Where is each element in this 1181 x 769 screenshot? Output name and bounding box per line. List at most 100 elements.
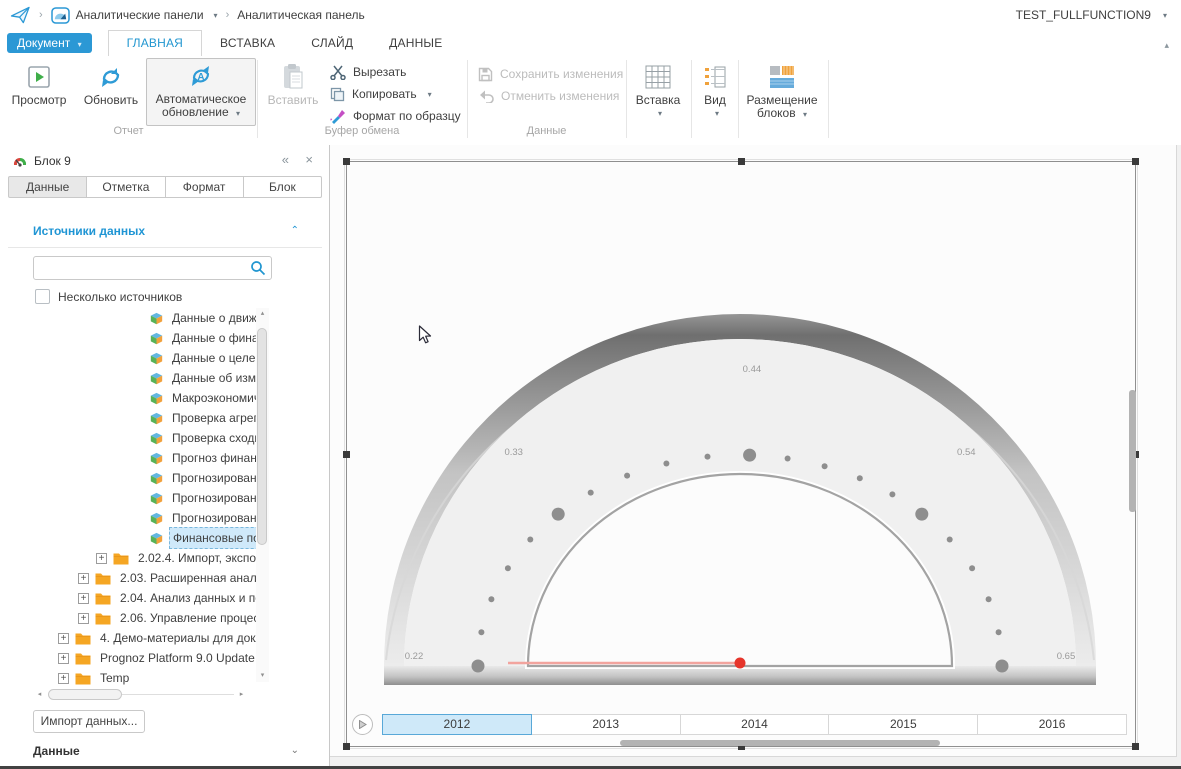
resize-handle-n[interactable]: [738, 158, 745, 165]
refresh-button[interactable]: Обновить: [76, 60, 146, 107]
year-button-2016[interactable]: 2016: [977, 714, 1127, 735]
panel-tab-block[interactable]: Блок: [244, 176, 322, 198]
sources-section-header[interactable]: Источники данных ⌃: [0, 224, 329, 244]
tree-item[interactable]: +Temp: [0, 668, 256, 688]
tree-item-label: Прогнозировани: [169, 468, 256, 488]
tab-slide[interactable]: СЛАЙД: [293, 31, 371, 56]
block-vscroll-thumb[interactable]: [1129, 390, 1136, 512]
tree-item[interactable]: +Prognoz Platform 9.0 Update 6: [0, 648, 256, 668]
scroll-left-icon[interactable]: ◂: [33, 688, 46, 701]
tree-item[interactable]: +4. Демо-материалы для доклад: [0, 628, 256, 648]
close-panel-icon[interactable]: ×: [305, 152, 313, 167]
year-button-2014[interactable]: 2014: [680, 714, 830, 735]
tree-item[interactable]: Данные о движе: [0, 308, 256, 328]
tree-item[interactable]: Прогноз финанс: [0, 448, 256, 468]
collapse-section-icon[interactable]: ⌃: [291, 225, 299, 236]
tree-item[interactable]: Финансовые пок: [0, 528, 256, 548]
expand-icon[interactable]: +: [96, 553, 107, 564]
preview-button[interactable]: Просмотр: [6, 60, 72, 107]
breadcrumb-root[interactable]: Аналитические панели: [76, 8, 204, 22]
collapse-panel-icon[interactable]: «: [282, 152, 289, 167]
selected-block-frame[interactable]: [346, 161, 1136, 747]
expand-icon[interactable]: +: [58, 633, 69, 644]
auto-refresh-button[interactable]: A Автоматическое обновление ▾: [146, 58, 256, 126]
paste-icon: [264, 60, 322, 94]
caret-down-icon[interactable]: ▾: [214, 11, 218, 20]
copy-button[interactable]: Копировать ▾: [330, 84, 432, 104]
expand-icon[interactable]: +: [78, 613, 89, 624]
tree-item[interactable]: Прогнозировани: [0, 488, 256, 508]
panel-tab-format[interactable]: Формат: [166, 176, 244, 198]
tab-insert[interactable]: ВСТАВКА: [202, 31, 293, 56]
collapse-ribbon-icon[interactable]: ▴: [1164, 40, 1169, 51]
import-data-button[interactable]: Импорт данных...: [33, 710, 145, 733]
search-icon[interactable]: [250, 260, 266, 276]
scroll-down-icon[interactable]: ▾: [256, 670, 269, 682]
expand-icon[interactable]: +: [78, 573, 89, 584]
tree-hscroll-thumb[interactable]: [48, 689, 122, 700]
resize-handle-sw[interactable]: [343, 743, 350, 750]
panel-tab-mark[interactable]: Отметка: [87, 176, 165, 198]
tree-item[interactable]: Прогнозировани: [0, 468, 256, 488]
folder-icon: [95, 572, 111, 585]
folder-icon: [75, 652, 91, 665]
ribbon: Просмотр Обновить A Автоматическое обнов…: [0, 56, 1181, 146]
tree-item[interactable]: Данные о целев: [0, 348, 256, 368]
tree-item[interactable]: Прогнозировани: [0, 508, 256, 528]
tree-horizontal-scrollbar[interactable]: ◂ ▸: [33, 688, 248, 701]
save-changes-button[interactable]: Сохранить изменения: [478, 64, 623, 84]
caret-down-icon: ▾: [236, 109, 240, 118]
tree-item[interactable]: Данные о финан: [0, 328, 256, 348]
undo-changes-button[interactable]: Отменить изменения: [478, 86, 619, 106]
year-selector: 20122013201420152016: [383, 714, 1127, 735]
tree-item[interactable]: +2.04. Анализ данных и пост: [0, 588, 256, 608]
tree-item[interactable]: Проверка сходи: [0, 428, 256, 448]
tab-data[interactable]: ДАННЫЕ: [371, 31, 460, 56]
scroll-up-icon[interactable]: ▴: [256, 308, 269, 320]
year-button-2015[interactable]: 2015: [828, 714, 978, 735]
expand-icon[interactable]: +: [58, 653, 69, 664]
tree-item[interactable]: Данные об изме: [0, 368, 256, 388]
resize-handle-ne[interactable]: [1132, 158, 1139, 165]
format-painter-button[interactable]: Формат по образцу: [330, 106, 461, 126]
block-settings-panel: Блок 9 « × Данные Отметка Формат Блок Ис…: [0, 145, 330, 766]
tree-item-label: Проверка агрега: [169, 408, 256, 428]
tree-item-label: 2.04. Анализ данных и пост: [117, 588, 256, 608]
tree-item[interactable]: Проверка агрега: [0, 408, 256, 428]
play-animation-button[interactable]: [352, 714, 373, 735]
search-input[interactable]: [40, 259, 244, 279]
foresight-logo-icon[interactable]: [10, 6, 31, 24]
data-group-label: Данные: [467, 125, 626, 137]
insert-button[interactable]: Вставка ▾: [630, 60, 686, 120]
resize-handle-w[interactable]: [343, 451, 350, 458]
tree-vscroll-thumb[interactable]: [257, 328, 267, 545]
panel-tab-data[interactable]: Данные: [8, 176, 87, 198]
data-section-header[interactable]: Данные ⌄: [0, 744, 329, 764]
tab-main[interactable]: ГЛАВНАЯ: [108, 30, 202, 57]
tree-item[interactable]: Макроэкономич: [0, 388, 256, 408]
tree-item[interactable]: +2.06. Управление процесса: [0, 608, 256, 628]
paste-button[interactable]: Вставить: [264, 60, 322, 107]
expand-icon[interactable]: +: [58, 673, 69, 684]
year-button-2012[interactable]: 2012: [382, 714, 532, 735]
resize-handle-se[interactable]: [1132, 743, 1139, 750]
year-button-2013[interactable]: 2013: [531, 714, 681, 735]
tree-vertical-scrollbar[interactable]: ▴ ▾: [256, 308, 269, 682]
tree-item-label: Прогнозировани: [169, 488, 256, 508]
expand-icon[interactable]: +: [78, 593, 89, 604]
tree-item[interactable]: +2.03. Расширенная аналити: [0, 568, 256, 588]
user-menu[interactable]: TEST_FULLFUNCTION9 ▾: [1016, 0, 1167, 30]
expand-section-icon[interactable]: ⌄: [291, 745, 299, 756]
blocks-layout-button[interactable]: Размещение блоков ▾: [740, 60, 824, 121]
paste-label: Вставить: [264, 94, 322, 107]
multiple-sources-checkbox[interactable]: [35, 289, 50, 304]
view-button[interactable]: Вид ▾: [693, 60, 737, 120]
document-menu-button[interactable]: Документ ▾: [7, 33, 92, 53]
tree-item[interactable]: +2.02.4. Импорт, экспорт: [0, 548, 256, 568]
auto-refresh-icon: A: [147, 59, 255, 93]
block-hscroll-thumb[interactable]: [620, 740, 940, 746]
resize-handle-nw[interactable]: [343, 158, 350, 165]
cut-button[interactable]: Вырезать: [330, 62, 406, 82]
tree-item-label: Прогнозировани: [169, 508, 256, 528]
scroll-right-icon[interactable]: ▸: [235, 688, 248, 701]
